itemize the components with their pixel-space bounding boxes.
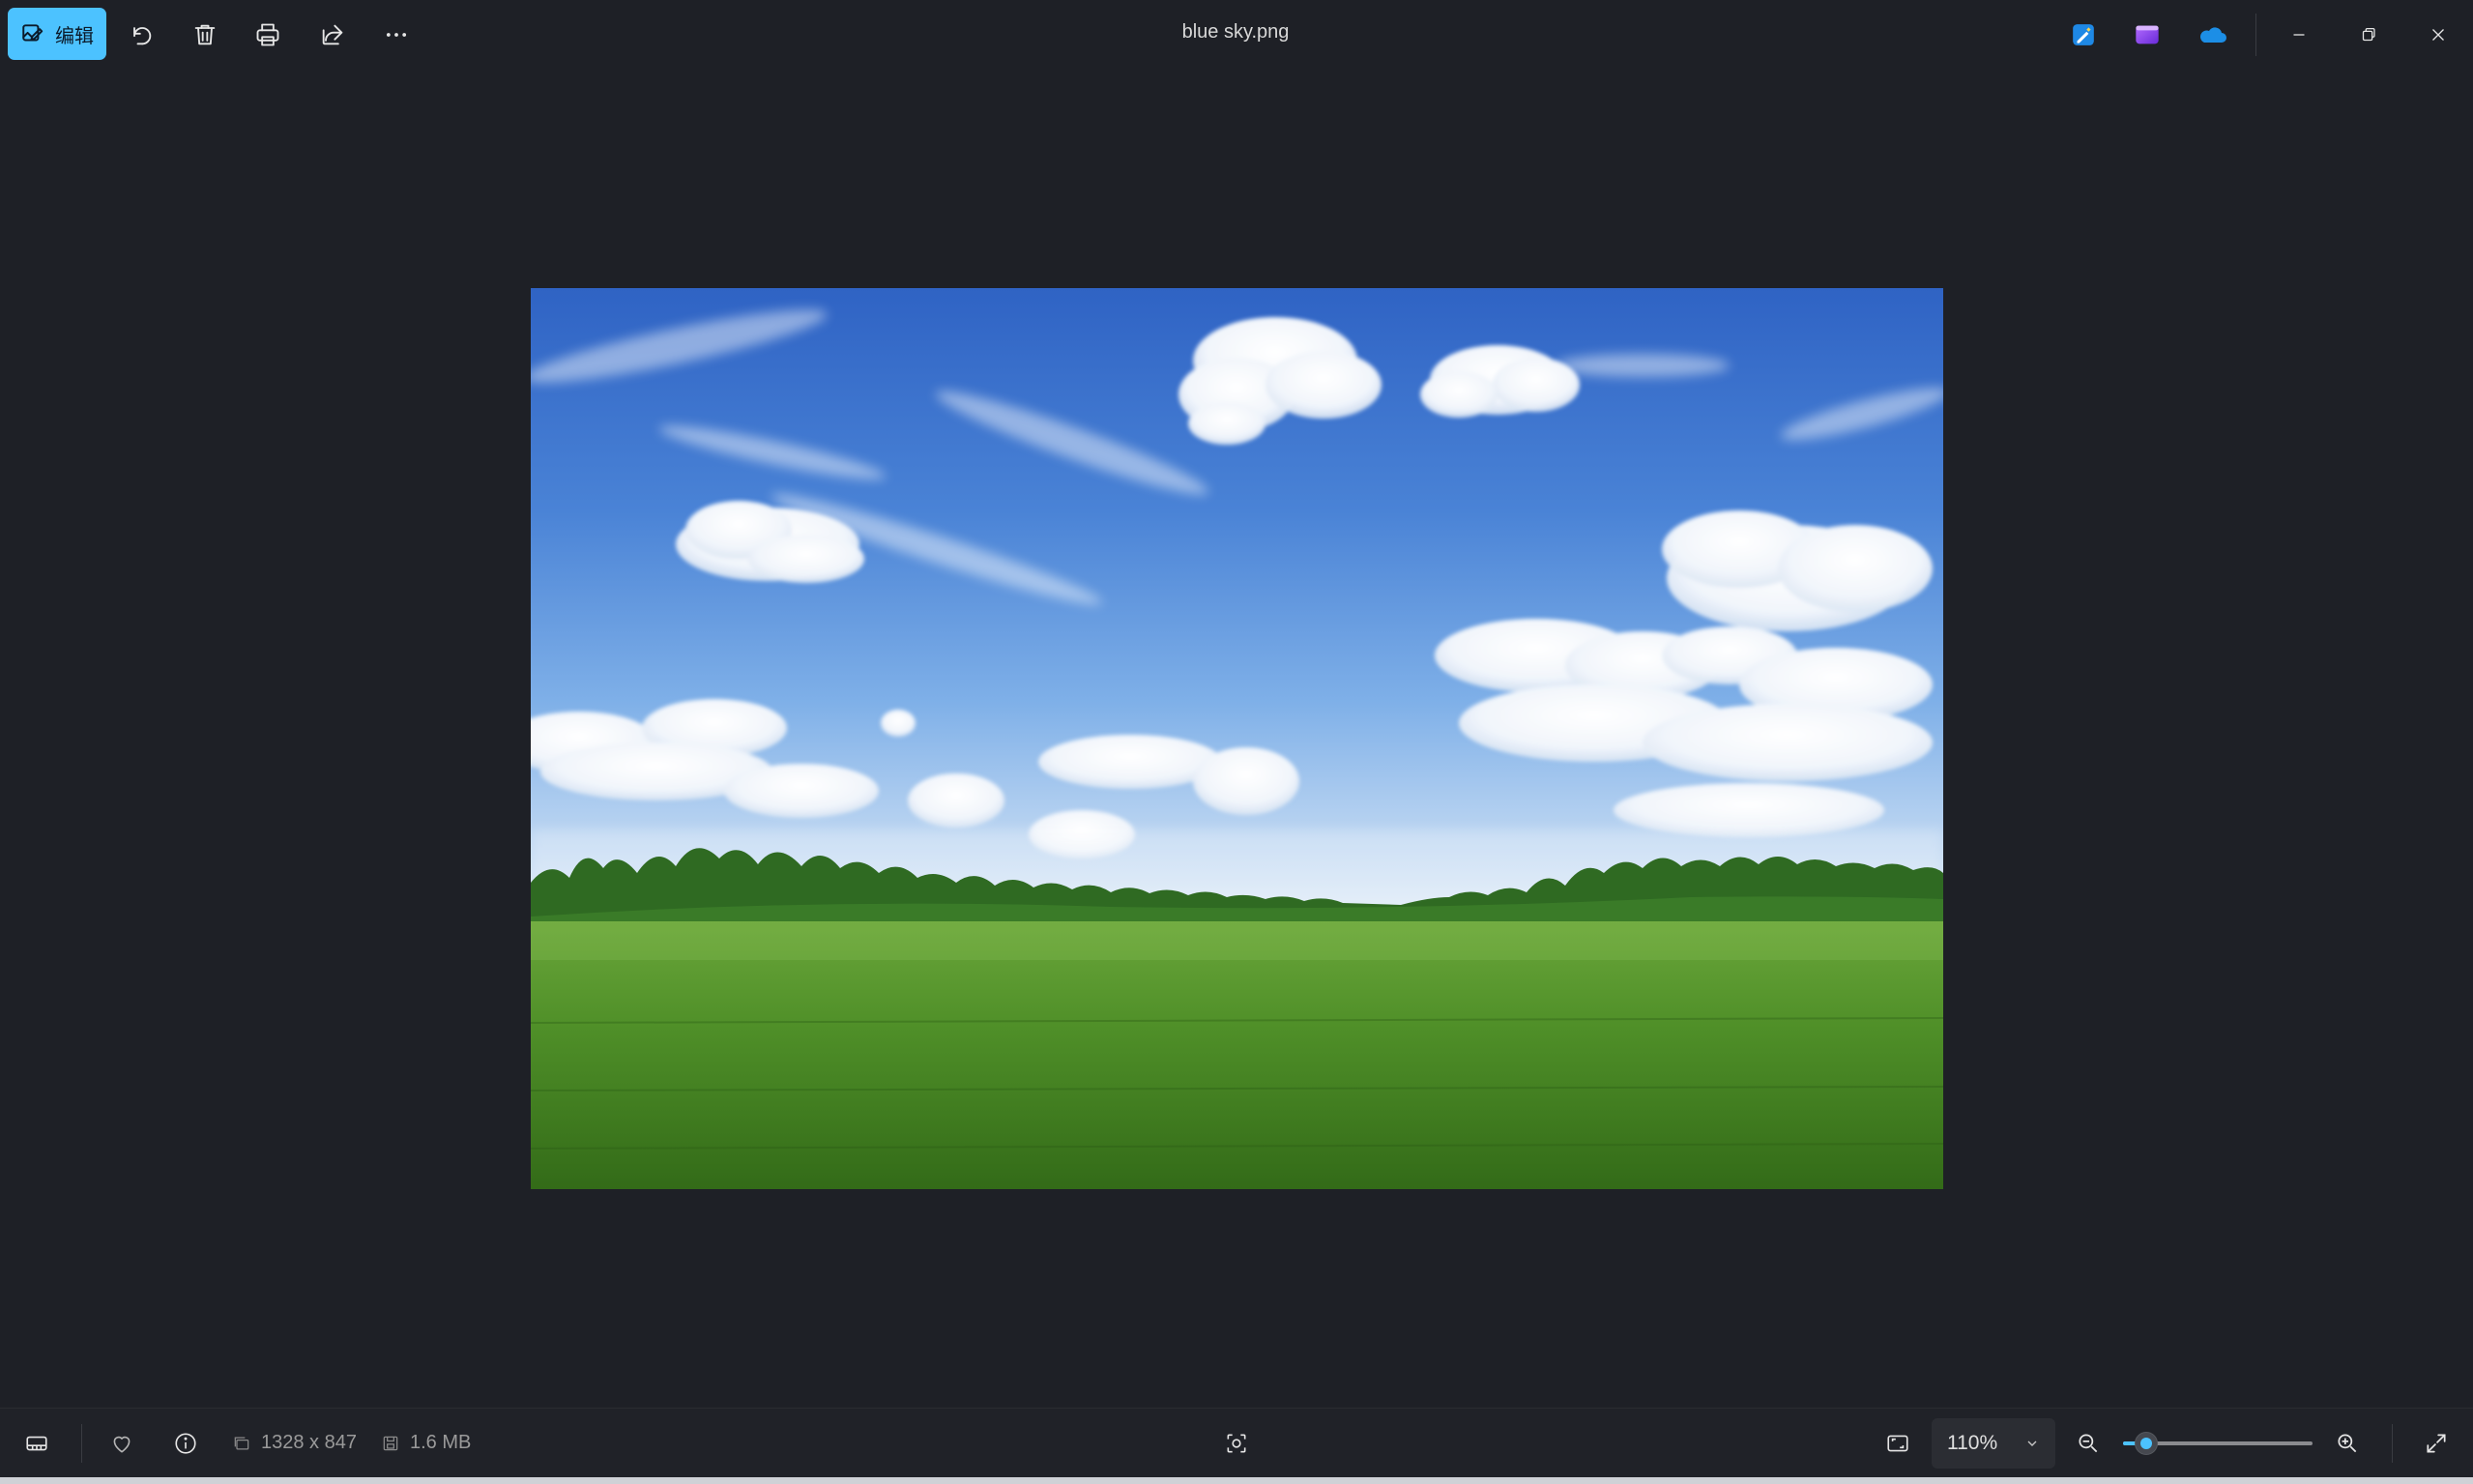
bottom-status-bar: 1328 x 847 1.6 MB 110% bbox=[0, 1408, 2473, 1477]
rotate-button[interactable] bbox=[118, 12, 164, 58]
photos-app-window: 编辑 blue sky.png 1328 x 847 1.6 MB 110% bbox=[0, 0, 2473, 1484]
filmstrip-icon bbox=[26, 1436, 47, 1451]
fit-window-icon bbox=[1887, 1435, 1908, 1452]
visual-search-icon bbox=[1227, 1434, 1246, 1453]
minimize-button[interactable] bbox=[2272, 12, 2326, 58]
more-options-button[interactable] bbox=[373, 12, 420, 58]
restore-button[interactable] bbox=[2342, 12, 2396, 58]
delete-button[interactable] bbox=[182, 12, 228, 58]
rotate-icon bbox=[133, 27, 152, 45]
status-divider bbox=[81, 1424, 82, 1463]
share-icon bbox=[322, 24, 343, 45]
dimensions-text: 1328 x 847 bbox=[261, 1432, 357, 1453]
close-icon bbox=[2432, 29, 2444, 41]
window-title: blue sky.png bbox=[1181, 21, 1290, 43]
zoom-out-icon bbox=[2079, 1434, 2098, 1453]
chevron-down-icon bbox=[2027, 1440, 2037, 1446]
zoom-slider-thumb[interactable] bbox=[2134, 1432, 2158, 1455]
zoom-level-value: 110% bbox=[1947, 1432, 1998, 1454]
zoom-in-button[interactable] bbox=[2324, 1420, 2371, 1467]
share-button[interactable] bbox=[309, 12, 356, 58]
zoom-out-button[interactable] bbox=[2065, 1420, 2111, 1467]
onedrive-cloud-icon[interactable] bbox=[2195, 17, 2229, 52]
full-screen-button[interactable] bbox=[2413, 1420, 2459, 1467]
close-button[interactable] bbox=[2411, 12, 2465, 58]
expand-icon bbox=[2427, 1434, 2446, 1453]
restore-icon bbox=[2362, 27, 2375, 42]
file-info-button[interactable] bbox=[162, 1420, 209, 1467]
visual-search-button[interactable] bbox=[1213, 1420, 1260, 1467]
top-toolbar: 编辑 blue sky.png bbox=[0, 0, 2473, 70]
zoom-level-dropdown[interactable]: 110% bbox=[1932, 1418, 2055, 1469]
edit-button[interactable]: 编辑 bbox=[8, 8, 106, 60]
edit-button-label: 编辑 bbox=[55, 25, 94, 47]
paint-app-icon[interactable] bbox=[2066, 17, 2101, 52]
favorite-button[interactable] bbox=[99, 1420, 145, 1467]
photo-canvas[interactable] bbox=[531, 288, 1943, 1189]
save-disk-icon bbox=[383, 1436, 398, 1450]
minimize-icon bbox=[2293, 34, 2305, 36]
clipchamp-app-icon[interactable] bbox=[2130, 17, 2165, 52]
trash-icon bbox=[194, 24, 216, 45]
status-divider bbox=[2392, 1424, 2393, 1463]
heart-icon bbox=[113, 1436, 131, 1453]
print-button[interactable] bbox=[245, 12, 291, 58]
landscape-photo bbox=[531, 288, 1943, 1189]
fit-to-window-button[interactable] bbox=[1875, 1420, 1921, 1467]
zoom-in-icon bbox=[2338, 1434, 2357, 1453]
filmstrip-toggle-button[interactable] bbox=[14, 1420, 60, 1467]
toolbar-divider bbox=[2255, 14, 2256, 56]
window-bottom-edge bbox=[0, 1477, 2473, 1484]
zoom-slider[interactable] bbox=[2123, 1430, 2313, 1457]
image-size-icon bbox=[234, 1437, 249, 1449]
printer-icon bbox=[256, 23, 279, 46]
file-size: 1.6 MB bbox=[381, 1432, 471, 1454]
more-icon bbox=[386, 33, 407, 37]
image-dimensions: 1328 x 847 bbox=[232, 1432, 357, 1454]
image-edit-icon bbox=[22, 24, 44, 42]
file-size-text: 1.6 MB bbox=[410, 1432, 472, 1453]
info-icon bbox=[175, 1433, 196, 1454]
